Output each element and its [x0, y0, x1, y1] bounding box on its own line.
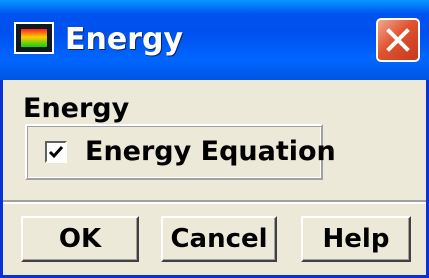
button-separator: [3, 200, 426, 204]
close-button[interactable]: [376, 18, 420, 62]
help-button[interactable]: Help: [301, 216, 411, 262]
ok-button[interactable]: OK: [21, 216, 139, 262]
energy-equation-checkbox[interactable]: [45, 141, 67, 163]
window-title: Energy: [65, 22, 184, 57]
cancel-button[interactable]: Cancel: [161, 216, 277, 262]
title-bar[interactable]: Energy: [0, 0, 429, 80]
energy-group-label: Energy: [23, 93, 130, 124]
energy-equation-label[interactable]: Energy Equation: [85, 134, 336, 170]
fluent-app-icon: [14, 22, 54, 54]
checkmark-icon: [48, 146, 64, 159]
energy-dialog: Energy Energy Energy Equation OK Cancel …: [0, 0, 429, 278]
app-icon-screen: [21, 29, 47, 47]
close-icon: [386, 28, 410, 52]
